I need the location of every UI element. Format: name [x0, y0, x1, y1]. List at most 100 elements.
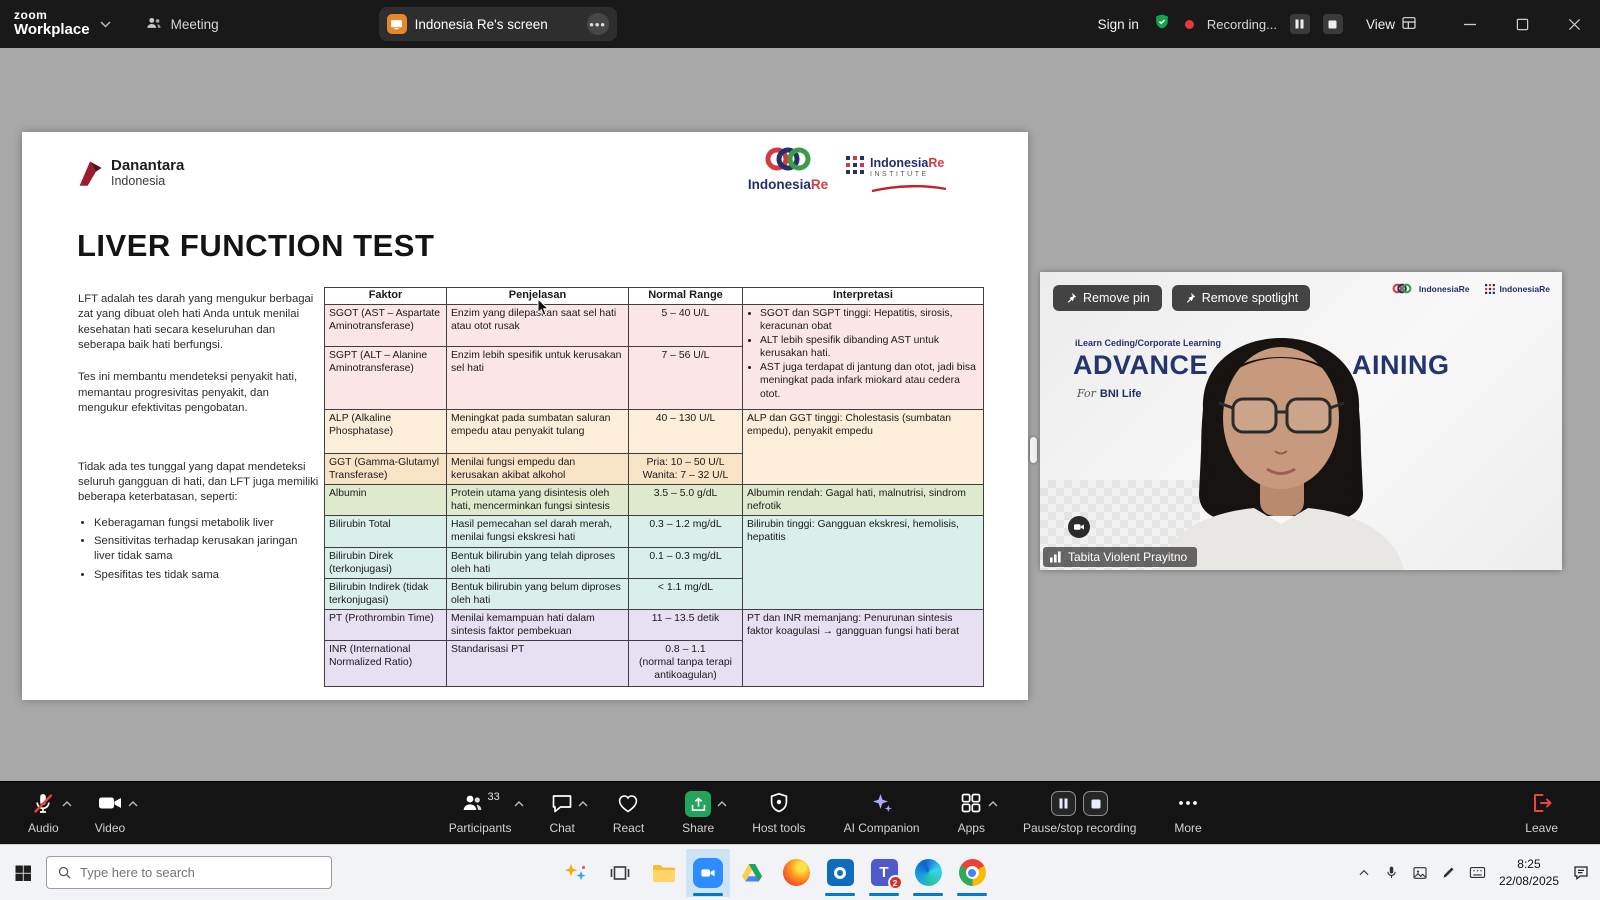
pause-recording-titlebar-button[interactable] [1290, 14, 1310, 34]
slide-paragraph: Tidak ada tes tunggal yang dapat mendete… [78, 460, 320, 506]
participant-video-tile[interactable]: IndonesiaRe IndonesiaRe iLearn Ceding/Co… [1040, 272, 1562, 570]
microphone-muted-icon [31, 791, 55, 818]
tray-microphone-icon[interactable] [1384, 865, 1399, 880]
audio-button[interactable]: Audio [22, 791, 65, 835]
firefox-icon[interactable] [774, 849, 818, 897]
tray-pen-icon[interactable] [1441, 865, 1456, 880]
slide-paragraph: Tes ini membantu mendeteksi penyakit hat… [78, 370, 320, 416]
column-header: Normal Range [629, 288, 743, 305]
chrome-icon[interactable] [950, 849, 994, 897]
share-options-chevron[interactable] [717, 796, 727, 810]
slide-title: LIVER FUNCTION TEST [77, 228, 434, 264]
view-button-label: View [1366, 17, 1395, 32]
danantara-logo-line1: Danantara [111, 158, 184, 174]
tray-touch-keyboard-icon[interactable] [1469, 865, 1486, 880]
cell-faktor: PT (Prothrombin Time) [325, 609, 447, 640]
slide-paragraph: LFT adalah tes darah yang mengukur berba… [78, 292, 320, 353]
video-button[interactable]: Video [89, 791, 131, 835]
recording-status-label: Recording... [1207, 17, 1277, 32]
edge-icon[interactable] [906, 849, 950, 897]
cell-faktor: Bilirubin Total [325, 516, 447, 547]
workplace-menu-button[interactable]: zoom Workplace [14, 9, 111, 39]
security-shield-icon[interactable] [1152, 12, 1172, 37]
clock-date: 22/08/2025 [1499, 873, 1559, 889]
teams-icon[interactable]: T2 [862, 849, 906, 897]
cell-range: 5 – 40 U/L [629, 304, 743, 346]
task-view-button[interactable] [598, 849, 642, 897]
leave-button[interactable]: Leave [1519, 791, 1564, 835]
interpretasi-bullet: SGOT dan SGPT tinggi: Hepatitis, sirosis… [760, 307, 979, 333]
tray-expand-icon[interactable] [1357, 866, 1371, 880]
ai-companion-button[interactable]: AI Companion [838, 791, 926, 835]
window-titlebar: zoom Workplace Meeting Indonesia Re's sc… [0, 0, 1600, 48]
video-options-chevron[interactable] [128, 796, 138, 810]
close-button[interactable] [1548, 0, 1600, 48]
google-drive-icon[interactable] [730, 849, 774, 897]
shield-icon [767, 791, 791, 818]
view-button[interactable]: View [1366, 15, 1417, 34]
more-button[interactable]: More [1168, 791, 1207, 835]
participants-icon [460, 791, 484, 818]
cell-range: 0.1 – 0.3 mg/dL [629, 547, 743, 578]
apps-grid-icon [959, 791, 983, 818]
stop-recording-button[interactable] [1083, 791, 1108, 816]
cell-penjelasan: Enzim lebih spesifik untuk kerusakan sel… [447, 346, 629, 409]
audio-options-chevron[interactable] [62, 796, 72, 810]
cell-interpretasi: Albumin rendah: Gagal hati, malnutrisi, … [743, 485, 984, 516]
apps-button[interactable]: Apps [952, 791, 991, 835]
react-button[interactable]: React [607, 791, 650, 835]
search-highlights-icon[interactable] [554, 849, 598, 897]
tab-meeting-label: Meeting [171, 17, 219, 32]
outlook-icon[interactable] [818, 849, 862, 897]
start-button[interactable] [0, 845, 46, 900]
zoom-taskbar-icon[interactable] [686, 849, 730, 897]
tray-image-icon[interactable] [1412, 865, 1428, 881]
remove-pin-button[interactable]: Remove pin [1053, 285, 1162, 311]
meeting-participants-icon [145, 14, 163, 35]
more-label: More [1174, 821, 1201, 835]
recording-controls-label: Pause/stop recording [1023, 821, 1136, 835]
tab-meeting[interactable]: Meeting [145, 14, 219, 35]
remove-spotlight-button[interactable]: Remove spotlight [1172, 285, 1311, 311]
cell-penjelasan: Menilai fungsi empedu dan kerusakan akib… [447, 453, 629, 484]
sign-in-button[interactable]: Sign in [1098, 17, 1139, 32]
tab-shared-screen[interactable]: Indonesia Re's screen ••• [379, 7, 617, 41]
heart-icon [616, 791, 640, 818]
chat-button[interactable]: Chat [543, 791, 580, 835]
action-center-icon[interactable] [1572, 864, 1590, 882]
file-explorer-icon[interactable] [642, 849, 686, 897]
taskbar-search-box[interactable] [46, 856, 332, 889]
table-row: Bilirubin Total Hasil pemecahan sel dara… [325, 516, 984, 547]
indonesiare-institute-logo: IndonesiaRe INSTITUTE [846, 156, 948, 199]
share-screen-button[interactable]: Share [676, 791, 720, 835]
apps-options-chevron[interactable] [988, 796, 998, 810]
maximize-button[interactable] [1496, 0, 1548, 48]
participants-options-chevron[interactable] [514, 796, 524, 810]
list-item: Keberagaman fungsi metabolik liver [94, 516, 320, 531]
participants-button[interactable]: 33 Participants [443, 791, 518, 835]
indonesiare-logo-text-b: Re [811, 177, 828, 192]
tab-options-button[interactable]: ••• [587, 13, 609, 35]
search-input[interactable] [80, 865, 321, 880]
chat-label: Chat [549, 821, 574, 835]
pause-recording-button[interactable] [1051, 791, 1076, 816]
participant-name-tag: Tabita Violent Prayitno [1043, 547, 1197, 567]
interpretasi-bullet: AST juga terdapat di jantung dan otot, j… [760, 361, 979, 400]
remove-spotlight-label: Remove spotlight [1202, 291, 1299, 305]
cell-faktor: Bilirubin Direk (terkonjugasi) [325, 547, 447, 578]
taskbar-clock[interactable]: 8:25 22/08/2025 [1499, 856, 1559, 888]
host-tools-button[interactable]: Host tools [746, 791, 811, 835]
minimize-button[interactable] [1444, 0, 1496, 48]
share-screen-icon [685, 791, 711, 817]
stop-recording-titlebar-button[interactable] [1323, 14, 1343, 34]
audio-label: Audio [28, 821, 59, 835]
institute-swoosh-icon [870, 185, 948, 193]
chat-options-chevron[interactable] [578, 796, 588, 810]
windows-taskbar: T2 8:25 22/08/2025 [0, 844, 1600, 900]
danantara-logo: Danantara Indonesia [76, 158, 184, 188]
cell-range: 7 – 56 U/L [629, 346, 743, 409]
cell-range: < 1.1 mg/dL [629, 578, 743, 609]
column-header: Interpretasi [743, 288, 984, 305]
cell-faktor: SGPT (ALT – Alanine Aminotransferase) [325, 346, 447, 409]
panel-resize-handle[interactable] [1030, 437, 1037, 463]
